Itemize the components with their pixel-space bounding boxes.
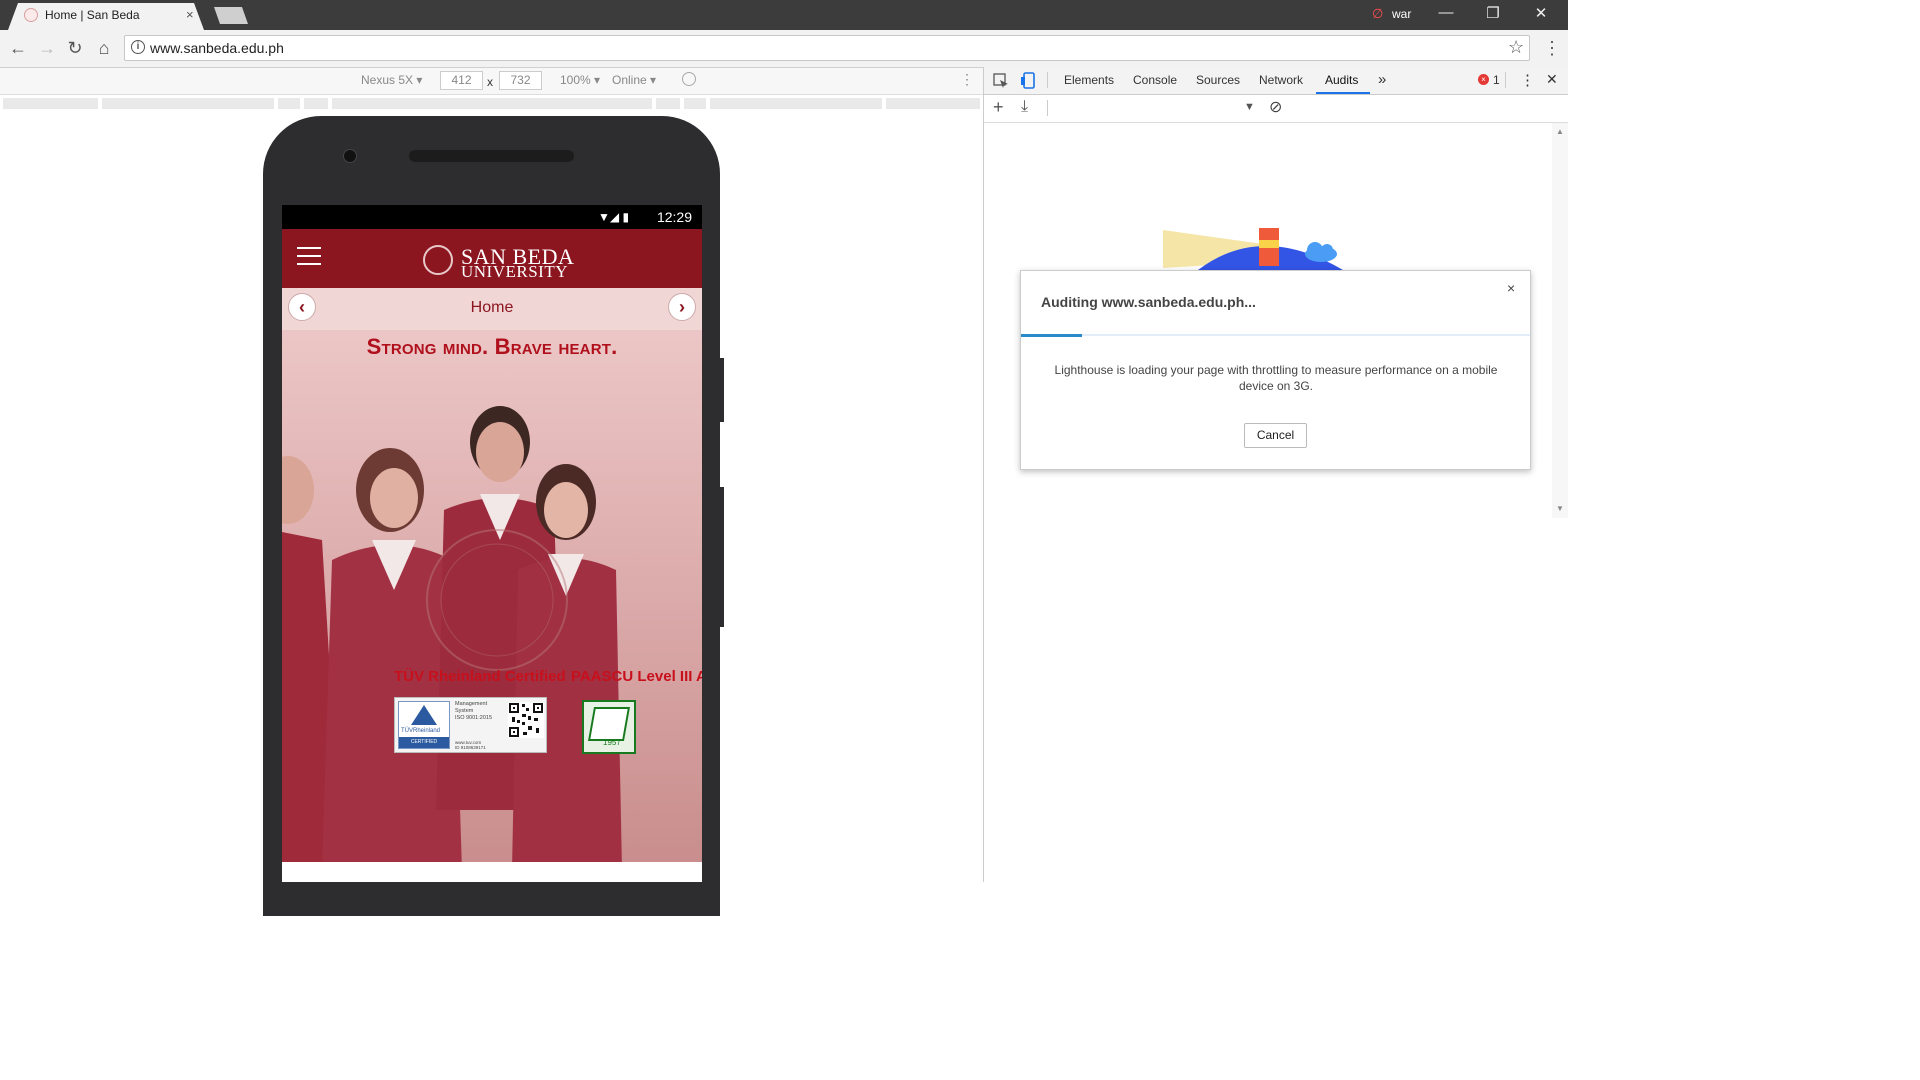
progress-track bbox=[1021, 334, 1530, 336]
media-query-bar[interactable] bbox=[0, 96, 983, 112]
devtools-close-icon[interactable]: ✕ bbox=[1546, 71, 1558, 88]
tab-console[interactable]: Console bbox=[1133, 73, 1177, 87]
paascu-label: PAASCU Level III Acc bbox=[571, 668, 702, 685]
phone-side-button bbox=[719, 487, 724, 627]
site-info-icon[interactable]: i bbox=[131, 40, 145, 54]
url-text[interactable]: www.sanbeda.edu.ph bbox=[150, 40, 284, 56]
reload-button[interactable]: ↻ bbox=[64, 38, 86, 59]
dialog-title: Auditing www.sanbeda.edu.ph... bbox=[1041, 294, 1256, 310]
active-tab-indicator bbox=[1316, 92, 1370, 94]
qr-code-icon bbox=[508, 702, 544, 738]
toolbar-divider bbox=[1047, 72, 1048, 88]
tab-title: Home | San Beda bbox=[45, 8, 140, 22]
android-status-bar: ▼◢ ▮ 12:29 bbox=[282, 205, 702, 229]
tab-favicon-icon bbox=[24, 8, 38, 22]
profile-icon[interactable]: ∅ bbox=[1372, 6, 1383, 22]
error-count[interactable]: 1 bbox=[1493, 73, 1500, 87]
phone-speaker bbox=[409, 150, 574, 162]
paascu-badge[interactable]: 1957 bbox=[582, 700, 636, 754]
san-beda-seal-icon bbox=[423, 245, 453, 275]
tab-sources[interactable]: Sources bbox=[1196, 73, 1240, 87]
device-more-icon[interactable]: ⋮ bbox=[960, 71, 974, 88]
phone-side-button bbox=[719, 358, 724, 422]
home-button[interactable]: ⌂ bbox=[93, 38, 115, 59]
dialog-message: Lighthouse is loading your page with thr… bbox=[1054, 363, 1498, 393]
tab-close-icon[interactable]: × bbox=[186, 7, 194, 22]
progress-bar bbox=[1021, 334, 1082, 337]
minimize-button[interactable]: — bbox=[1424, 4, 1468, 21]
toolbar-divider bbox=[1047, 100, 1048, 116]
status-icons: ▼◢ ▮ bbox=[598, 210, 630, 224]
device-width-input[interactable]: 412 bbox=[440, 71, 483, 90]
device-toggle-icon[interactable] bbox=[1021, 72, 1037, 90]
dialog-close-icon[interactable]: × bbox=[1507, 280, 1515, 296]
dimension-separator: x bbox=[487, 75, 493, 89]
close-window-button[interactable]: ✕ bbox=[1519, 4, 1563, 22]
status-time: 12:29 bbox=[656, 209, 692, 225]
toolbar-divider bbox=[1505, 72, 1506, 88]
new-tab-button[interactable] bbox=[214, 7, 248, 24]
network-throttle-select[interactable]: Online ▾ bbox=[612, 73, 656, 87]
zoom-select[interactable]: 100% ▾ bbox=[560, 73, 600, 87]
tuv-badge[interactable]: TÜVRheinland CERTIFIED Management System… bbox=[394, 697, 547, 753]
devtools-scrollbar[interactable]: ▲ ▼ bbox=[1552, 123, 1568, 518]
page-title: Home bbox=[470, 299, 514, 316]
hero-banner: Strong mind. Brave heart. TÜV Rheinland … bbox=[282, 330, 702, 862]
devtools-menu-icon[interactable]: ⋮ bbox=[1520, 71, 1535, 89]
bookmark-star-icon[interactable]: ☆ bbox=[1508, 37, 1524, 58]
lighthouse-logo-icon bbox=[1163, 228, 1343, 270]
download-report-icon[interactable]: ⤓ bbox=[1021, 98, 1028, 116]
hamburger-icon[interactable] bbox=[297, 247, 321, 269]
tab-elements[interactable]: Elements bbox=[1064, 73, 1114, 87]
paascu-logo-icon bbox=[588, 707, 630, 741]
error-icon[interactable]: × bbox=[1478, 74, 1489, 85]
clear-reports-icon[interactable]: ⊘ bbox=[1269, 97, 1282, 117]
tuv-system-text: Management System ISO 9001:2015 bbox=[455, 701, 493, 721]
new-audit-icon[interactable]: + bbox=[993, 97, 1004, 118]
device-height-input[interactable]: 732 bbox=[499, 71, 542, 90]
phone-screen: ▼◢ ▮ 12:29 SAN BEDA UNIVERSITY ‹ Home › … bbox=[282, 205, 702, 882]
brand-subname[interactable]: UNIVERSITY bbox=[461, 262, 568, 282]
phone-camera bbox=[343, 149, 357, 163]
students-photo bbox=[282, 406, 622, 862]
cancel-button[interactable]: Cancel bbox=[1244, 423, 1307, 448]
paascu-year: 1957 bbox=[603, 738, 621, 747]
restore-button[interactable]: ❐ bbox=[1471, 4, 1515, 22]
tuv-certified-text: CERTIFIED bbox=[399, 737, 449, 748]
browser-menu-icon[interactable]: ⋮ bbox=[1543, 38, 1561, 59]
device-select[interactable]: Nexus 5X ▾ bbox=[361, 73, 422, 87]
report-select-dropdown[interactable]: ▼ bbox=[1244, 101, 1255, 113]
back-button[interactable]: ← bbox=[7, 38, 29, 59]
tuv-brand-text: TÜVRheinland bbox=[401, 728, 441, 734]
inspect-icon[interactable] bbox=[993, 73, 1009, 89]
more-tabs-icon[interactable]: » bbox=[1378, 71, 1386, 88]
rotate-icon[interactable] bbox=[682, 72, 696, 86]
tab-audits[interactable]: Audits bbox=[1325, 73, 1358, 87]
tuv-logo-icon: TÜVRheinland CERTIFIED bbox=[398, 701, 450, 749]
tuv-certified-label: TÜV Rheinland Certified bbox=[394, 668, 566, 685]
hero-tagline: Strong mind. Brave heart. bbox=[366, 334, 618, 359]
address-bar[interactable] bbox=[124, 35, 1530, 61]
profile-name[interactable]: war bbox=[1392, 7, 1411, 21]
tuv-id-text: www.tuv.com ID 9108639171 bbox=[455, 740, 486, 750]
tab-network[interactable]: Network bbox=[1259, 73, 1303, 87]
next-page-button[interactable]: › bbox=[668, 293, 696, 321]
forward-button[interactable]: → bbox=[36, 38, 58, 59]
